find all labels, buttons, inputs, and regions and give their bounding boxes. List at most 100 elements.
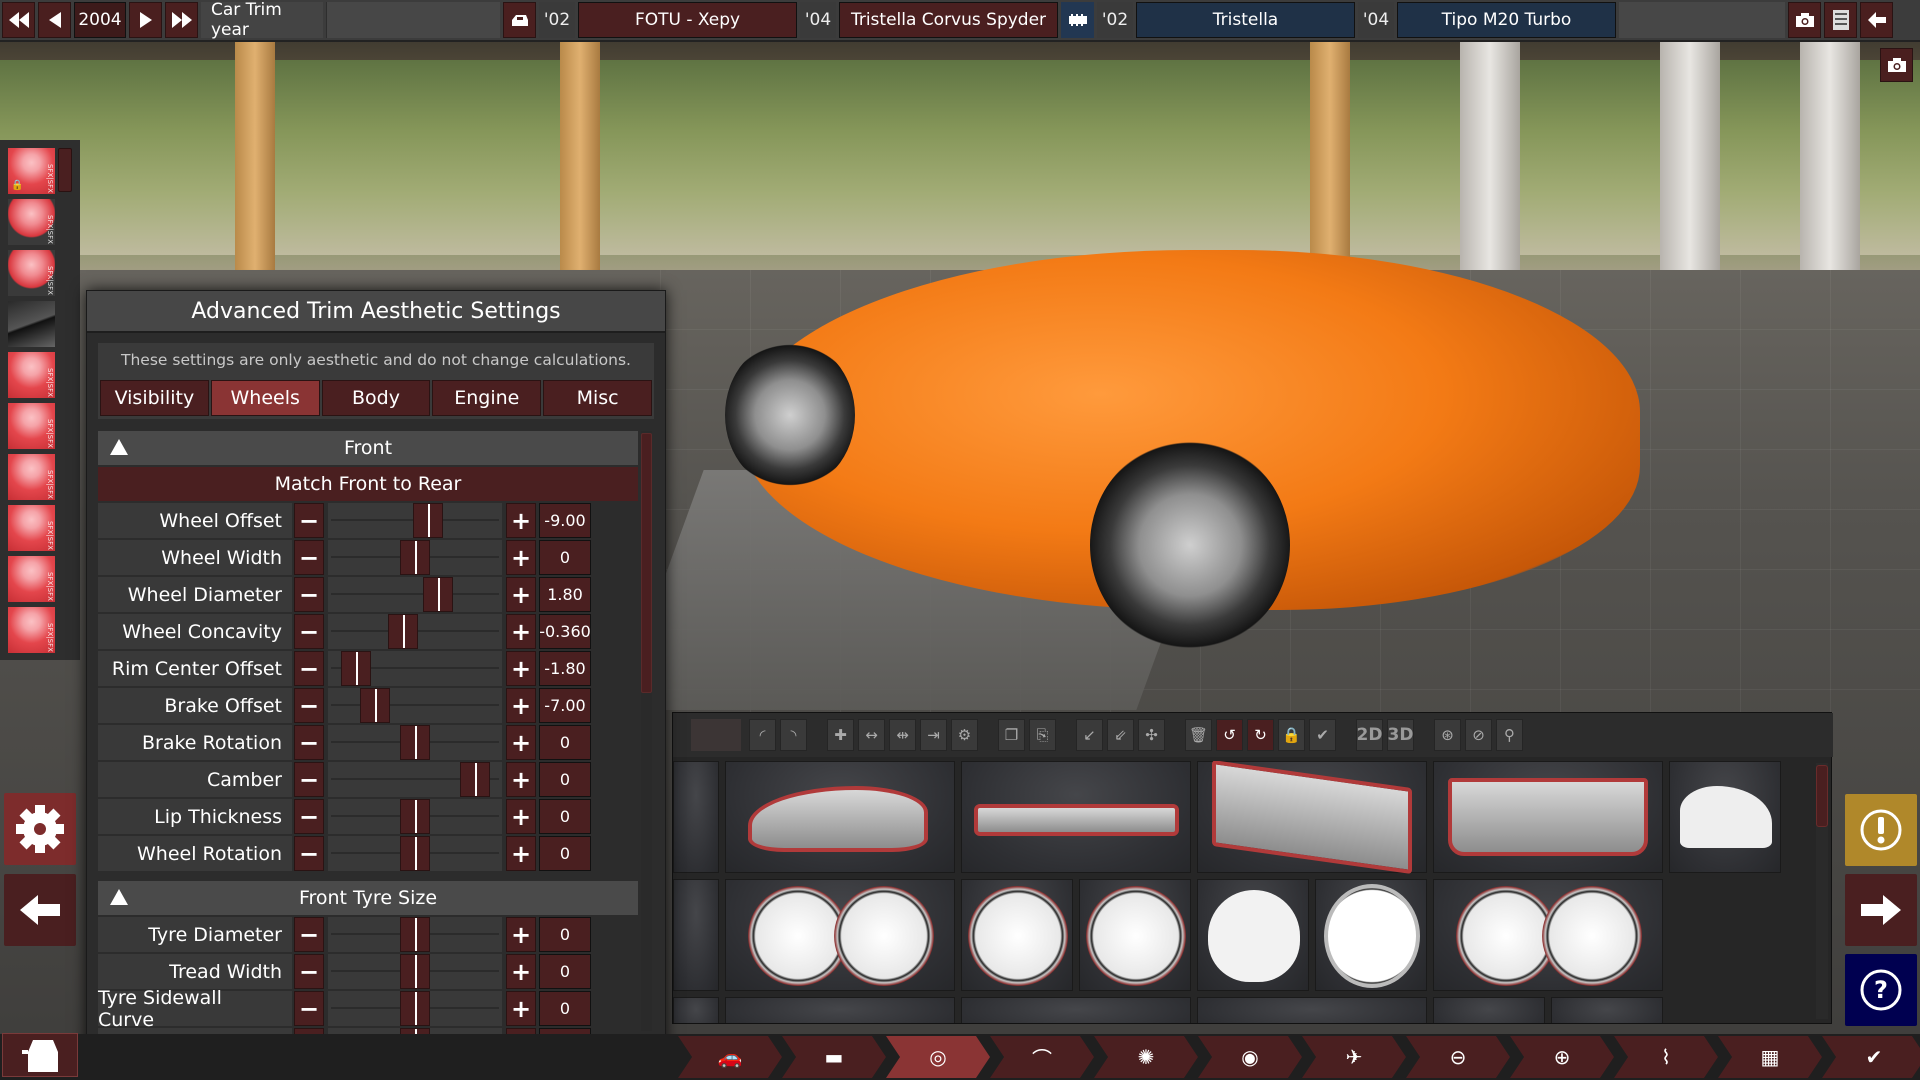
collapse-triangle-icon[interactable] [110, 889, 128, 905]
delete-button[interactable]: 🗑 [1185, 719, 1212, 751]
view-2d-button[interactable]: 2D [1356, 719, 1383, 751]
material-thumbnail[interactable]: SFX|SFX [8, 607, 55, 655]
tab-body[interactable]: Body [321, 380, 431, 416]
paste-button[interactable]: ⎘ [1029, 719, 1056, 751]
decrement-button[interactable]: − [294, 991, 324, 1026]
setting-slider[interactable] [328, 917, 502, 952]
increment-button[interactable]: + [506, 577, 536, 612]
copy-button[interactable]: ❐ [998, 719, 1025, 751]
nav-step-rims[interactable]: ✺ [1094, 1036, 1198, 1078]
viewport-camera-button[interactable] [1880, 48, 1913, 82]
setting-slider[interactable] [328, 762, 502, 797]
view-3d-button[interactable]: 3D [1387, 719, 1414, 751]
confirm-button[interactable]: ✔ [1309, 719, 1336, 751]
increment-button[interactable]: + [506, 725, 536, 760]
settings-button[interactable] [4, 793, 76, 865]
spec-sheet-button[interactable] [1824, 2, 1857, 38]
thumbnail-scrollbar[interactable] [58, 148, 72, 192]
material-thumbnail[interactable]: SFX|SFX [8, 250, 55, 298]
setting-slider[interactable] [328, 503, 502, 538]
slider-handle[interactable] [400, 799, 430, 834]
setting-value-input[interactable]: 1.80 [539, 577, 591, 612]
fixture-search-input[interactable] [691, 719, 741, 751]
material-thumbnail[interactable]: SFX|SFX [8, 556, 55, 604]
material-thumbnail[interactable]: SFX|SFX [8, 403, 55, 451]
decrement-button[interactable]: − [294, 799, 324, 834]
exit-button[interactable] [1860, 2, 1893, 38]
nav-step-car-lineup[interactable]: 🚗 [678, 1036, 782, 1078]
rotate-right-arc-button[interactable]: ◝ [780, 719, 807, 751]
fixture-item[interactable] [1433, 879, 1663, 991]
mirror-button[interactable]: ⇹ [889, 719, 916, 751]
fixture-item[interactable] [1197, 997, 1427, 1023]
increment-button[interactable]: + [506, 503, 536, 538]
fixture-item[interactable] [1551, 997, 1663, 1023]
slider-handle[interactable] [413, 503, 443, 538]
decrement-button[interactable]: − [294, 954, 324, 989]
section-header[interactable]: Front [98, 431, 638, 465]
slider-handle[interactable] [400, 991, 430, 1026]
match-front-to-rear-button[interactable]: Match Front to Rear [98, 467, 638, 501]
hide-wheels-button[interactable]: ⊘ [1465, 719, 1492, 751]
slider-handle[interactable] [423, 577, 453, 612]
fixture-item[interactable] [961, 997, 1191, 1023]
setting-slider[interactable] [328, 651, 502, 686]
help-button[interactable]: ? [1845, 954, 1917, 1026]
section-header[interactable]: Front Tyre Size [98, 881, 638, 915]
collapse-triangle-icon[interactable] [110, 439, 128, 455]
decrement-button[interactable]: − [294, 503, 324, 538]
fixture-item[interactable] [725, 879, 955, 991]
tab-visibility[interactable]: Visibility [100, 380, 209, 416]
trim-name[interactable]: Tristella Corvus Spyder [839, 2, 1058, 38]
setting-value-input[interactable]: -0.360 [539, 614, 591, 649]
fixture-item[interactable] [673, 761, 719, 873]
nav-step-fixtures[interactable]: ◎ [886, 1036, 990, 1078]
setting-value-input[interactable]: 0 [539, 799, 591, 834]
increment-button[interactable]: + [506, 991, 536, 1026]
settings-scrollbar[interactable] [641, 431, 652, 1031]
slider-handle[interactable] [360, 688, 390, 723]
fixture-item[interactable] [1079, 879, 1191, 991]
lock-button[interactable]: 🔒 [1278, 719, 1305, 751]
increment-button[interactable]: + [506, 651, 536, 686]
mirror-copy-button[interactable]: ⇥ [920, 719, 947, 751]
nav-step-aero[interactable]: ✈ [1302, 1036, 1406, 1078]
tab-engine[interactable]: Engine [432, 380, 542, 416]
increment-button[interactable]: + [506, 954, 536, 989]
increment-button[interactable]: + [506, 917, 536, 952]
undo-button[interactable]: ↺ [1216, 719, 1243, 751]
redo-button[interactable]: ↻ [1247, 719, 1274, 751]
nav-step-body-trim[interactable]: ▬ [782, 1036, 886, 1078]
setting-slider[interactable] [328, 954, 502, 989]
screenshot-button[interactable] [1788, 2, 1821, 38]
snap-center-button[interactable]: ✣ [1138, 719, 1165, 751]
slider-handle[interactable] [341, 651, 371, 686]
fixture-item[interactable] [961, 761, 1191, 873]
setting-slider[interactable] [328, 799, 502, 834]
slider-handle[interactable] [400, 917, 430, 952]
setting-value-input[interactable]: -7.00 [539, 688, 591, 723]
increment-button[interactable]: + [506, 614, 536, 649]
decrement-button[interactable]: − [294, 836, 324, 871]
setting-value-input[interactable]: 0 [539, 725, 591, 760]
setting-slider[interactable] [328, 836, 502, 871]
increment-button[interactable]: + [506, 836, 536, 871]
year-back-button[interactable] [38, 2, 71, 38]
setting-slider[interactable] [328, 614, 502, 649]
material-thumbnail[interactable]: SFX|SFX [8, 199, 55, 247]
decrement-button[interactable]: − [294, 651, 324, 686]
nav-step-testing[interactable]: ▦ [1718, 1036, 1822, 1078]
decrement-button[interactable]: − [294, 577, 324, 612]
fixture-item[interactable] [673, 879, 719, 991]
setting-value-input[interactable]: 0 [539, 762, 591, 797]
fixture-item[interactable] [673, 997, 719, 1023]
engine-select-button[interactable] [1061, 2, 1094, 38]
fixture-item[interactable] [725, 997, 955, 1023]
decrement-button[interactable]: − [294, 725, 324, 760]
setting-value-input[interactable]: 0 [539, 836, 591, 871]
increment-button[interactable]: + [506, 688, 536, 723]
previous-step-button[interactable] [4, 874, 76, 946]
nav-step-suspension[interactable]: ⌇ [1614, 1036, 1718, 1078]
nav-step-finish[interactable]: ✔ [1822, 1036, 1920, 1078]
material-thumbnail[interactable]: 🔒 SFX|SFX [8, 148, 55, 196]
